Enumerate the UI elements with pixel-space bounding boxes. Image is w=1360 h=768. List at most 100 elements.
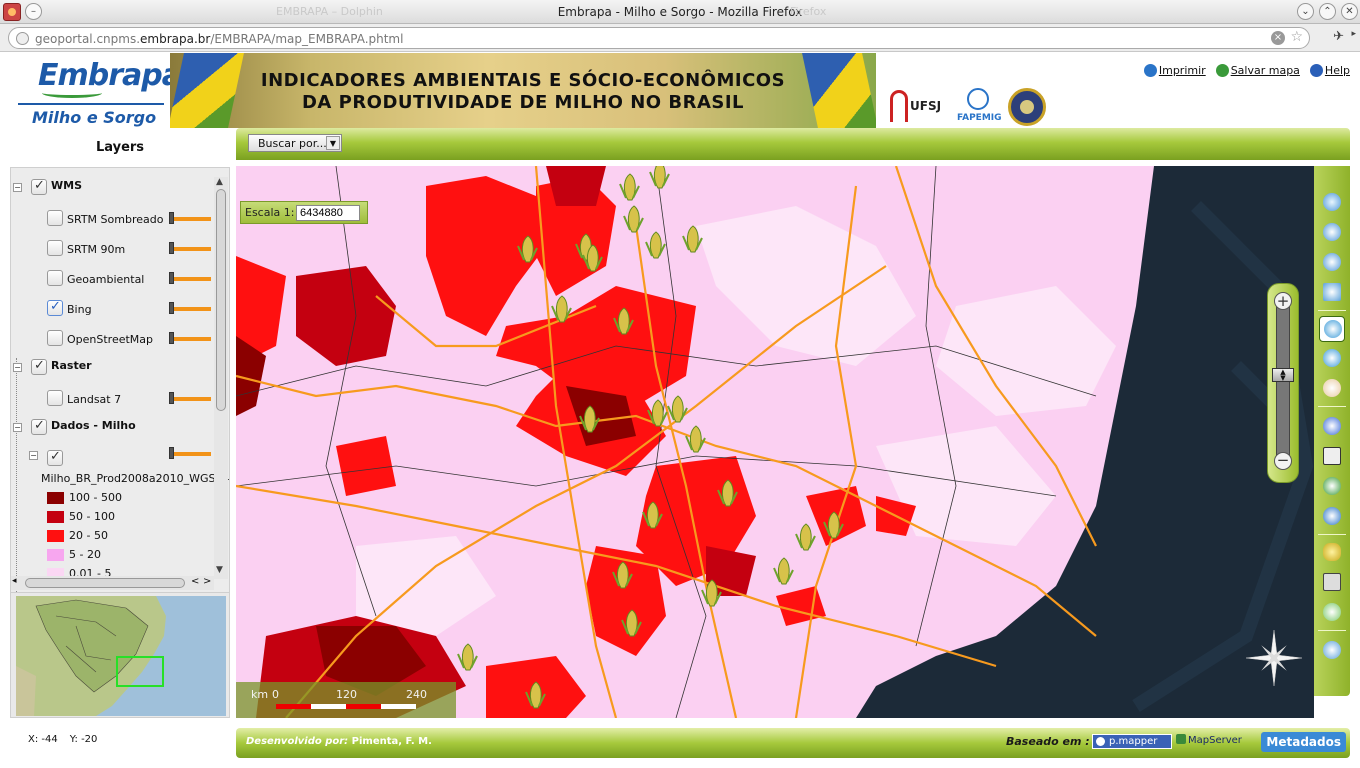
scroll-left-arrow-icon[interactable]: < [191,576,199,587]
forward-button[interactable] [1319,250,1345,276]
scale-bar: km 0 120 240 [236,682,456,718]
scroll-right-arrow-icon[interactable]: > [203,576,211,587]
logo-arc [42,88,102,98]
scroll-thumb[interactable] [25,578,185,588]
opacity-slider[interactable] [171,277,211,281]
pan-tool-button[interactable] [1319,376,1345,402]
opacity-slider-handle[interactable] [169,447,174,459]
page-footer: Desenvolvido por: Pimenta, F. M. Baseado… [236,728,1350,758]
print-link[interactable]: Imprimir [1143,64,1206,77]
developer-credit: Desenvolvido por: Pimenta, F. M. [246,736,432,747]
checkbox-srtm-sombreado[interactable] [47,210,63,226]
scroll-down-icon[interactable]: ▼ [216,565,223,575]
header-banner: INDICADORES AMBIENTAIS E SÓCIO-ECONÔMICO… [170,53,876,128]
checkbox-raster[interactable] [31,358,47,375]
url-bar[interactable]: geoportal.cnpms.embrapa.br/EMBRAPA/map_E… [8,27,1310,49]
help-link[interactable]: Help [1309,64,1350,77]
x-coordinate: X: -44 [28,734,58,745]
zoom-track[interactable] [1276,304,1290,464]
collapse-toggle[interactable]: − [13,183,22,192]
refresh-button[interactable] [1319,638,1345,664]
zoom-in-icon[interactable]: + [1274,292,1292,310]
zoom-selection-button[interactable] [1319,280,1345,306]
close-button[interactable]: ✕ [1341,3,1358,20]
print-map-button[interactable] [1319,570,1345,596]
collapse-toggle[interactable]: − [29,451,38,460]
checkbox-srtm-90m[interactable] [47,240,63,256]
corn-layer-button[interactable] [1319,540,1345,566]
zoom-in-tool-button[interactable] [1319,316,1345,342]
metadata-button[interactable]: Metadados [1261,732,1346,752]
banner-title-line2: DA PRODUTIVIDADE DE MILHO NO BRASIL [301,92,745,113]
minimize-button[interactable]: ⌄ [1297,3,1314,20]
toc-item-geoambiental: Geoambiental [11,269,229,291]
scale-input[interactable] [296,205,360,221]
zoom-out-tool-button[interactable] [1319,346,1345,372]
layer-tree-vscroll[interactable]: ▲ ▼ [214,177,228,579]
save-map-link[interactable]: Salvar mapa [1215,64,1300,77]
fapemig-logo: FAPEMIG [957,86,1002,126]
legend-item: 20 - 50 [47,527,227,545]
opacity-slider-handle[interactable] [169,392,174,404]
layer-tree-hscroll[interactable]: ◂ < > [11,576,214,590]
select-tool-button[interactable] [1319,444,1345,470]
globe-icon [16,32,29,45]
back-button[interactable] [1319,220,1345,246]
info-tool-button[interactable] [1319,474,1345,500]
overview-map[interactable] [10,592,230,718]
opacity-slider[interactable] [171,217,211,221]
embrapa-logo[interactable]: Embrapa Milho e Sorgo [18,58,182,130]
search-select[interactable]: Buscar por... ▼ [248,134,342,152]
checkbox-wms[interactable] [31,178,47,195]
extension-icon[interactable]: ✈ [1333,29,1344,44]
opacity-slider-handle[interactable] [169,302,174,314]
refresh-icon [1323,641,1341,659]
opacity-slider[interactable] [171,397,211,401]
opacity-slider-handle[interactable] [169,212,174,224]
maximize-button[interactable]: ⌃ [1319,3,1336,20]
checkbox-openstreetmap[interactable] [47,330,63,346]
zoom-full-extent-button[interactable] [1319,190,1345,216]
checkbox-milho-prod[interactable] [47,449,63,466]
scroll-thumb[interactable] [216,189,226,411]
more-tools-icon[interactable]: ▸ [1351,29,1356,39]
opacity-slider-handle[interactable] [169,332,174,344]
scalebar-unit: km [251,688,269,701]
map-canvas[interactable] [236,166,1314,718]
checkbox-bing[interactable] [47,299,63,316]
measure-tool-button[interactable] [1319,600,1345,626]
pmapper-logo[interactable]: p.mapper [1092,734,1172,749]
zoom-handle[interactable]: ▲ ▼ [1272,368,1294,382]
based-on-label: Baseado em : [1006,735,1090,748]
select-box-icon [1323,447,1341,465]
bookmark-star-icon[interactable]: ☆ [1290,29,1303,45]
collapse-toggle[interactable]: − [13,423,22,432]
opacity-slider[interactable] [171,307,211,311]
legend-item: 50 - 100 [47,508,227,526]
zoom-out-icon[interactable]: − [1274,452,1292,470]
url-text[interactable]: geoportal.cnpms.embrapa.br/EMBRAPA/map_E… [35,32,403,46]
opacity-slider-handle[interactable] [169,272,174,284]
magnifier-minus-icon [1323,349,1341,367]
checkbox-geoambiental[interactable] [47,270,63,286]
hand-icon [1323,379,1341,397]
opacity-slider[interactable] [171,337,211,341]
scale-label: Escala 1: [245,206,295,219]
zoom-select-icon [1323,283,1341,301]
opacity-slider-handle[interactable] [169,242,174,254]
mapserver-logo[interactable]: MapServer [1176,734,1242,746]
scroll-up-icon[interactable]: ▲ [216,177,223,187]
checkbox-dados-milho[interactable] [31,418,47,435]
clear-url-icon[interactable]: × [1271,31,1285,45]
checkbox-landsat7[interactable] [47,390,63,406]
scroll-left-icon[interactable]: ◂ [12,576,17,586]
collapse-toggle[interactable]: − [13,363,22,372]
ufsj-logo: UFSJ [890,86,952,126]
opacity-slider[interactable] [171,452,211,456]
opacity-slider[interactable] [171,247,211,251]
search-tool-button[interactable] [1319,504,1345,530]
zoom-slider[interactable]: + ▲ ▼ − [1267,283,1299,483]
map-print-icon [1323,573,1341,591]
identify-tool-button[interactable] [1319,414,1345,440]
scalebar-tick: 120 [336,688,357,701]
